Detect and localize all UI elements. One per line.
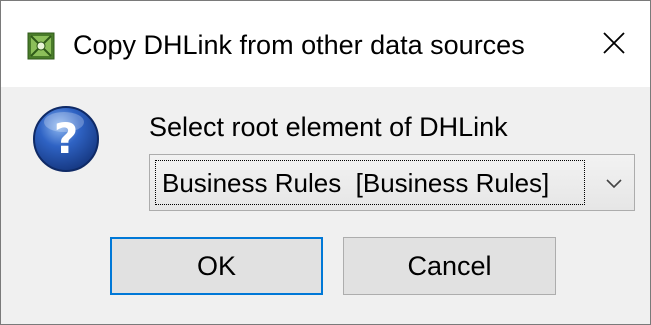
dialog-titlebar: Copy DHLink from other data sources <box>1 1 650 87</box>
cancel-button[interactable]: Cancel <box>343 237 556 295</box>
prompt-label: Select root element of DHLink <box>149 112 508 142</box>
close-button[interactable] <box>591 23 637 67</box>
chevron-down-icon <box>606 176 622 189</box>
close-icon <box>603 31 625 59</box>
copy-dhlink-dialog: Copy DHLink from other data sources ? Se… <box>0 0 651 325</box>
question-icon: ? <box>31 104 101 174</box>
selected-value: Business Rules [Business Rules] <box>162 168 550 198</box>
ok-button[interactable]: OK <box>110 237 323 295</box>
svg-text:?: ? <box>54 114 78 163</box>
dialog-title: Copy DHLink from other data sources <box>73 30 525 60</box>
dhlink-app-icon <box>27 32 55 60</box>
root-element-select[interactable]: Business Rules [Business Rules] <box>149 154 635 211</box>
